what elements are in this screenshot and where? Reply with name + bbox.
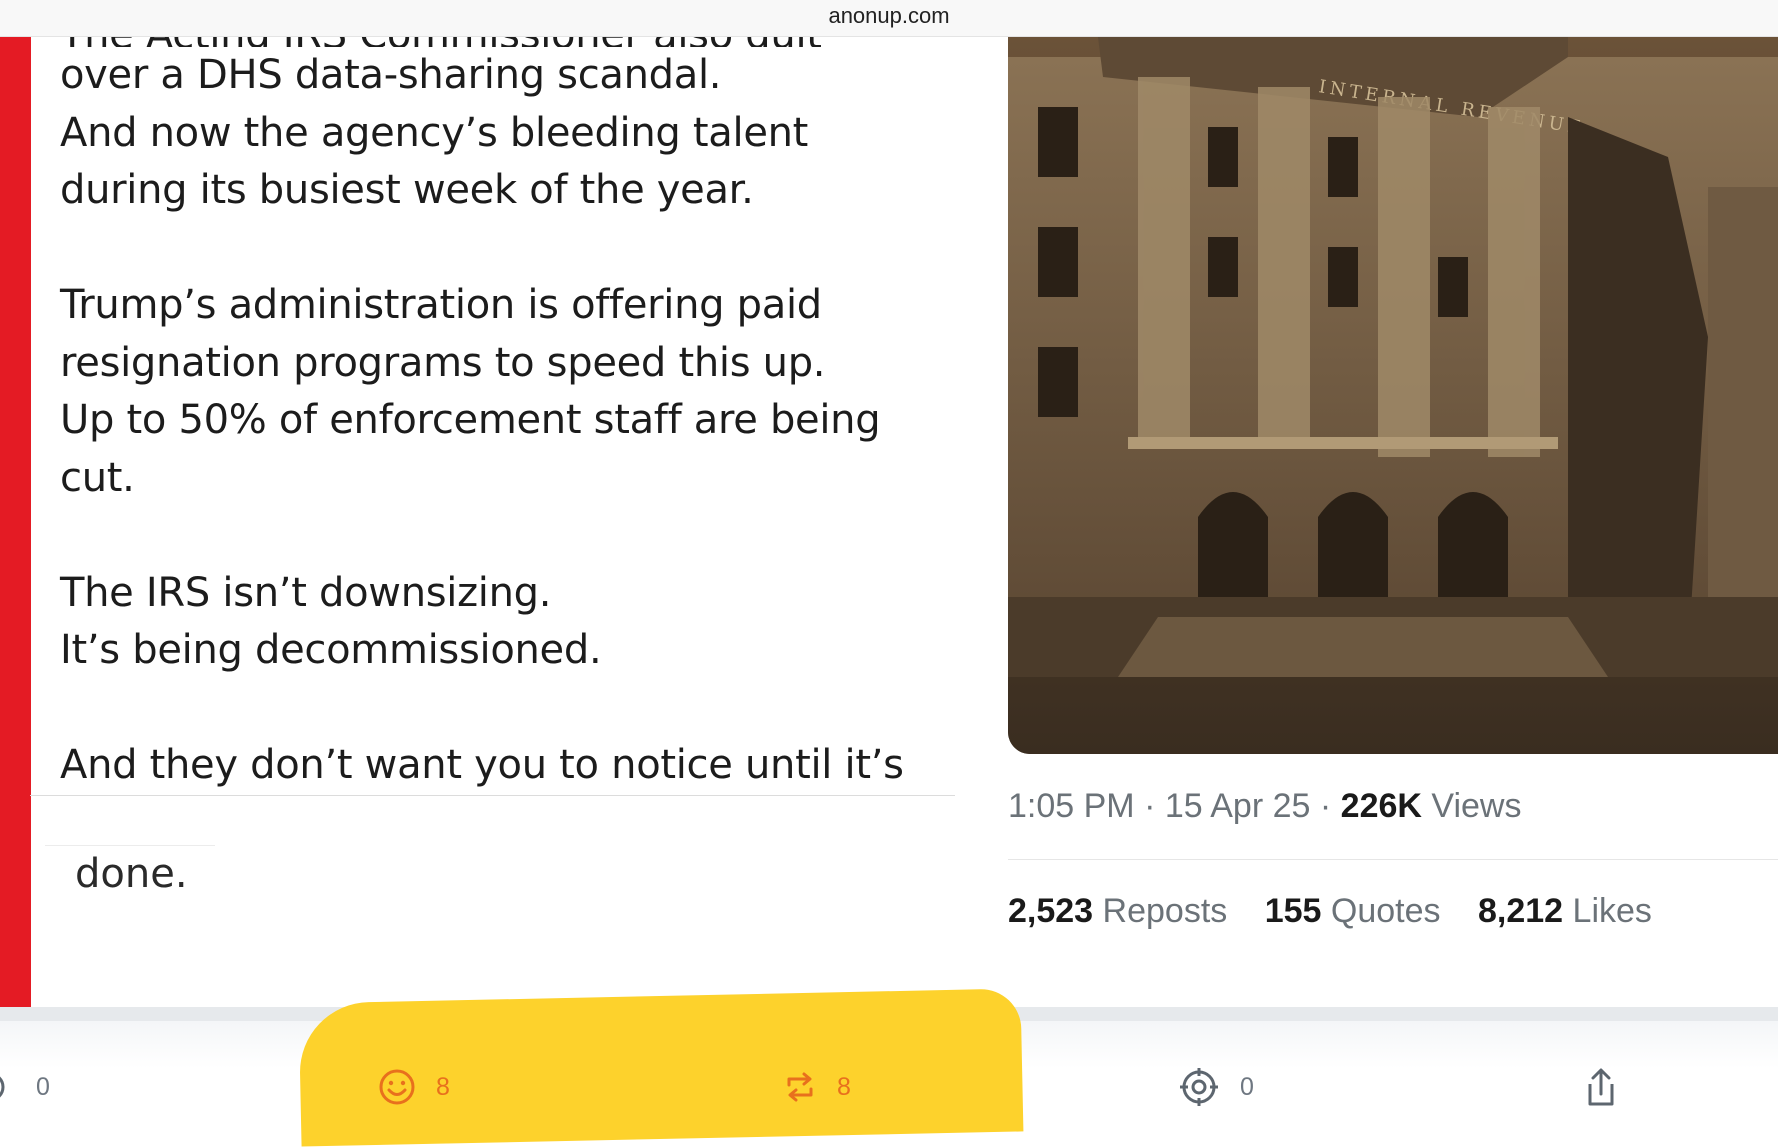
views-label: Views [1431,787,1522,825]
repost-icon [783,1069,817,1105]
accent-bar [0,37,31,1007]
quotes-label: Quotes [1330,892,1441,930]
divider [45,845,215,846]
comment-icon [0,1069,16,1105]
reposts-stat: 2,523 Reposts [1008,892,1227,931]
likes-stat: 8,212 Likes [1478,892,1652,931]
url-domain: anonup.com [828,3,950,28]
quotes-count: 155 [1264,892,1322,930]
post-text-line: Trump’s administration is offering paid [60,282,822,328]
partial-text-line: The Acting IRS Commissioner also quit [60,37,960,47]
target-count: 0 [1240,1072,1254,1101]
quotes-stat: 155 Quotes [1265,892,1441,931]
irs-building-image[interactable]: INTERNAL REVENUE [1008,37,1778,754]
likes-label: Likes [1572,892,1652,930]
post-text-line: resignation programs to speed this up. [60,339,826,386]
reaction-button[interactable]: 8 [378,1063,450,1111]
post-text-line: And they don’t want you to notice until … [60,742,904,788]
post-text-line: over a DHS data-sharing scandal. [60,52,722,98]
share-icon [1585,1067,1617,1107]
meta-separator: · [1144,787,1156,825]
address-bar[interactable]: anonup.com [0,0,1778,37]
divider [30,795,955,796]
post-continuation: done. [75,851,188,897]
post-lines: over a DHS data-sharing scandal. And now … [60,47,960,795]
share-button[interactable] [1585,1063,1617,1111]
smiley-icon [378,1068,416,1106]
divider [1008,859,1778,860]
tweet-time: 1:05 PM [1008,787,1135,825]
post-content: The Acting IRS Commissioner also quit ov… [0,37,1778,1007]
post-text-line: Up to 50% of enforcement staff are being [60,397,881,443]
post-text: The Acting IRS Commissioner also quit ov… [60,37,960,795]
post-text-line: And now the agency’s bleeding talent [60,109,809,156]
meta-separator: · [1319,787,1332,825]
views-count: 226K [1340,787,1422,825]
target-button[interactable]: 0 [1178,1063,1254,1111]
building-illustration: INTERNAL REVENUE [1008,37,1778,754]
reposts-count: 2,523 [1008,892,1094,930]
comment-button[interactable]: 0 [0,1063,50,1111]
likes-count: 8,212 [1478,892,1564,930]
comment-count: 0 [36,1072,50,1101]
reaction-count: 8 [436,1072,450,1101]
repost-count: 8 [837,1072,851,1101]
post-text-line: It’s being decommissioned. [60,627,602,673]
tweet-stats: 2,523 Reposts 155 Quotes 8,212 Likes [1008,892,1680,931]
tweet-meta: 1:05 PM · 15 Apr 25 · 226K Views [1008,787,1521,826]
tweet-date: 15 Apr 25 [1164,787,1311,825]
reposts-label: Reposts [1102,892,1228,930]
post-text-line: cut. [60,454,135,501]
post-text-line: The IRS isn’t downsizing. [60,569,552,616]
repost-button[interactable]: 8 [783,1063,851,1111]
target-icon [1178,1066,1220,1108]
post-text-line: during its busiest week of the year. [60,167,754,213]
